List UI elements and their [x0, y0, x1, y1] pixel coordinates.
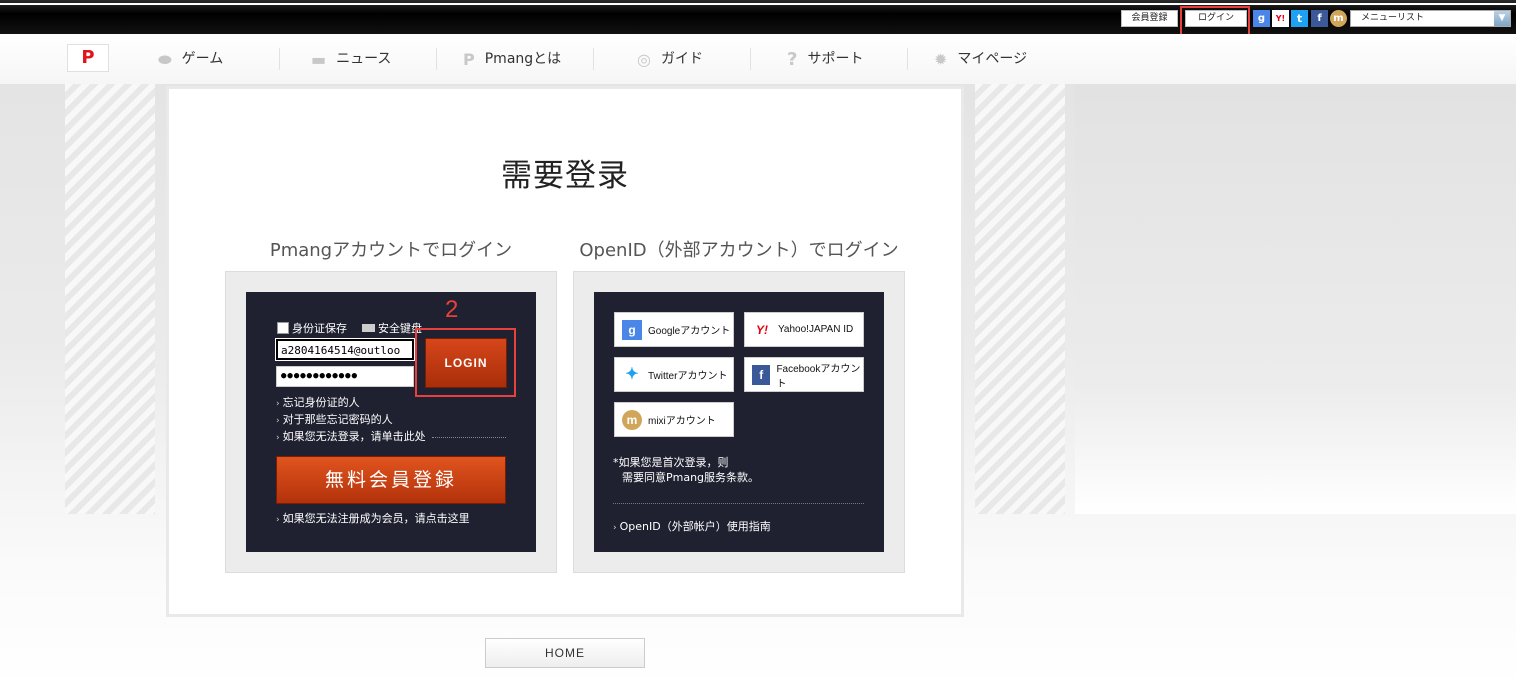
google-icon[interactable]: g: [1253, 10, 1270, 27]
nav-item-guide[interactable]: ◎ ガイド: [637, 34, 703, 84]
mixi-icon[interactable]: m: [1330, 10, 1347, 27]
forgot-password-label: 对于那些忘记密码的人: [282, 413, 393, 426]
nav-label-news: ニュース: [336, 50, 392, 67]
cannot-login-label: 如果您无法登录，请单击此处: [282, 430, 426, 443]
twitter-login-button[interactable]: ✦ Twitterアカウント: [614, 357, 734, 392]
facebook-login-button[interactable]: f Facebookアカウント: [744, 357, 864, 392]
forgot-id-link[interactable]: › 忘记身份证的人: [276, 394, 360, 410]
nav-label-game: ゲーム: [181, 50, 224, 67]
chevron-right-icon: ›: [276, 399, 280, 409]
nav-label-support: サポート: [807, 50, 864, 67]
nav-divider: [593, 48, 594, 70]
page-title: 需要登录: [501, 158, 629, 194]
google-icon: g: [622, 319, 642, 340]
user-id-input[interactable]: a2804164514@outloo: [275, 338, 415, 361]
nav-item-about[interactable]: P Pmangとは: [463, 34, 561, 84]
question-icon: ?: [787, 48, 798, 70]
google-login-label: Googleアカウント: [648, 326, 731, 337]
pmang-logo[interactable]: P: [67, 44, 109, 72]
yahoo-login-label: Yahoo!JAPAN ID: [778, 324, 854, 335]
chevron-right-icon: ›: [276, 433, 280, 443]
facebook-login-label: Facebookアカウント: [776, 363, 861, 390]
chevron-down-icon[interactable]: ▼: [1494, 11, 1510, 26]
mixi-login-button[interactable]: m mixiアカウント: [614, 402, 734, 437]
nav-divider: [907, 48, 908, 70]
right-stripe-decoration: [975, 84, 1065, 514]
home-button[interactable]: HOME: [485, 638, 645, 668]
cannot-register-link[interactable]: › 如果您无法注册成为会员，请点击这里: [276, 510, 470, 526]
password-input[interactable]: ●●●●●●●●●●●●: [276, 366, 414, 387]
chevron-right-icon: ›: [276, 416, 280, 426]
nav-divider: [750, 48, 751, 70]
openid-terms-note: *如果您是首次登录，则 需要同意Pmang服务条款。: [613, 455, 759, 485]
dotted-divider: [432, 437, 506, 438]
right-background-band: [1075, 84, 1516, 514]
mixi-icon: m: [622, 409, 642, 430]
keyboard-icon: [362, 324, 375, 332]
member-register-button[interactable]: 会員登録: [1121, 10, 1178, 27]
top-highlight-line: [0, 3, 1516, 5]
checkbox-square[interactable]: [277, 322, 289, 334]
forgot-password-link[interactable]: › 对于那些忘记密码的人: [276, 411, 393, 427]
openid-note-line-1: *如果您是首次登录，则: [613, 456, 729, 469]
nav-item-support[interactable]: ? サポート: [787, 34, 863, 84]
gamepad-icon: ⬬: [158, 49, 172, 69]
main-nav-bar: P ⬬ ゲーム ▬ ニュース P Pmangとは ◎ ガイド ? サポート ✹ …: [0, 34, 1516, 84]
facebook-icon[interactable]: f: [1311, 10, 1328, 27]
dotted-divider: [613, 503, 864, 504]
nav-item-game[interactable]: ⬬ ゲーム: [158, 34, 223, 84]
pmang-login-heading: Pmangアカウントでログイン: [269, 240, 513, 261]
yahoo-icon: Y!: [756, 322, 768, 337]
nav-item-mypage[interactable]: ✹ マイページ: [934, 34, 1027, 84]
cannot-register-label: 如果您无法注册成为会员，请点击这里: [282, 512, 470, 525]
cannot-login-link[interactable]: › 如果您无法登录，请单击此处: [276, 428, 426, 444]
annotation-number-2: 2: [445, 296, 459, 323]
google-login-button[interactable]: g Googleアカウント: [614, 312, 734, 347]
gear-icon: ✹: [934, 49, 948, 69]
chevron-right-icon: ›: [613, 523, 617, 533]
yahoo-login-button[interactable]: Y! Yahoo!JAPAN ID: [744, 312, 864, 347]
nav-label-about: Pmangとは: [484, 50, 562, 67]
nav-item-news[interactable]: ▬ ニュース: [311, 34, 391, 84]
twitter-icon: ✦: [625, 365, 639, 383]
secure-keyboard-toggle[interactable]: 安全键盘: [362, 320, 422, 336]
nav-divider: [436, 48, 437, 70]
annotation-box-2: [415, 328, 516, 397]
menu-list-select[interactable]: メニューリスト ▼: [1350, 10, 1511, 27]
twitter-login-label: Twitterアカウント: [648, 371, 728, 382]
menu-list-value: メニューリスト: [1361, 13, 1425, 23]
openid-guide-link[interactable]: › OpenID（外部帐户）使用指南: [613, 518, 771, 534]
remember-id-label: 身份证保存: [292, 322, 347, 335]
openid-login-heading: OpenID（外部アカウント）でログイン: [579, 240, 899, 261]
forgot-id-label: 忘记身份证的人: [282, 396, 360, 409]
twitter-icon[interactable]: t: [1291, 10, 1308, 27]
mixi-login-label: mixiアカウント: [648, 416, 716, 427]
pmang-icon: P: [463, 49, 475, 69]
facebook-icon: f: [752, 364, 771, 385]
openid-note-line-2: 需要同意Pmang服务条款。: [622, 471, 760, 484]
yahoo-icon[interactable]: Y!: [1272, 10, 1289, 27]
speech-bubble-icon: ▬: [311, 49, 327, 69]
compass-icon: ◎: [637, 49, 651, 69]
left-stripe-decoration: [65, 84, 155, 514]
nav-label-mypage: マイページ: [957, 50, 1028, 67]
chevron-right-icon: ›: [276, 515, 280, 525]
nav-divider: [279, 48, 280, 70]
remember-id-checkbox[interactable]: 身份证保存: [277, 320, 347, 336]
free-register-button[interactable]: 無料会員登録: [276, 456, 506, 504]
nav-label-guide: ガイド: [660, 50, 703, 67]
openid-guide-label: OpenID（外部帐户）使用指南: [619, 520, 771, 533]
